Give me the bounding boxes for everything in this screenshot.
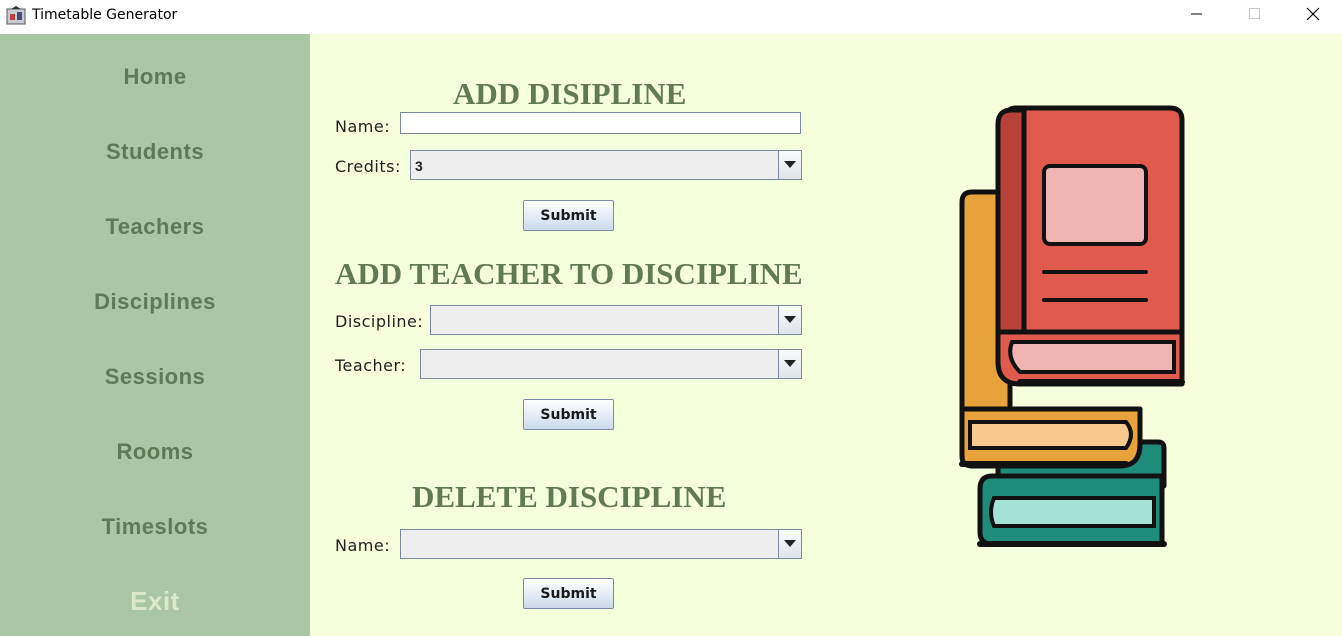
sidebar-item-teachers[interactable]: Teachers bbox=[0, 214, 310, 240]
credits-select[interactable]: 3 bbox=[410, 150, 802, 180]
delete-discipline-heading: DELETE DISCIPLINE bbox=[412, 479, 727, 514]
teacher-discipline-select[interactable] bbox=[430, 305, 802, 335]
teacher-discipline-label: Discipline: bbox=[335, 312, 424, 331]
main-panel: ADD DISIPLINE Name: Credits: 3 Submit AD… bbox=[310, 34, 1342, 636]
close-icon bbox=[1306, 7, 1320, 26]
title-bar: Timetable Generator bbox=[0, 0, 1342, 34]
chevron-down-icon[interactable] bbox=[778, 306, 801, 334]
discipline-name-label: Name: bbox=[335, 117, 391, 136]
discipline-name-input[interactable] bbox=[400, 112, 801, 134]
credits-label: Credits: bbox=[335, 157, 401, 176]
chevron-down-icon[interactable] bbox=[778, 151, 801, 179]
delete-discipline-submit-button[interactable]: Submit bbox=[523, 578, 614, 609]
close-button[interactable] bbox=[1284, 0, 1342, 32]
add-teacher-heading: ADD TEACHER TO DISCIPLINE bbox=[335, 256, 803, 291]
maximize-icon bbox=[1249, 7, 1261, 25]
sidebar: Home Students Teachers Disciplines Sessi… bbox=[0, 34, 310, 636]
chevron-down-icon[interactable] bbox=[778, 530, 801, 558]
minimize-button[interactable] bbox=[1168, 0, 1226, 32]
teacher-label: Teacher: bbox=[335, 356, 407, 375]
sidebar-item-exit[interactable]: Exit bbox=[0, 586, 310, 617]
add-teacher-submit-button[interactable]: Submit bbox=[523, 399, 614, 430]
credits-select-value: 3 bbox=[415, 158, 423, 174]
minimize-icon bbox=[1191, 7, 1203, 25]
sidebar-item-rooms[interactable]: Rooms bbox=[0, 439, 310, 465]
sidebar-item-home[interactable]: Home bbox=[0, 64, 310, 90]
chevron-down-icon[interactable] bbox=[778, 350, 801, 378]
add-discipline-submit-button[interactable]: Submit bbox=[523, 200, 614, 231]
delete-name-label: Name: bbox=[335, 536, 391, 555]
sidebar-item-timeslots[interactable]: Timeslots bbox=[0, 514, 310, 540]
books-stack-icon bbox=[950, 104, 1190, 559]
delete-discipline-select[interactable] bbox=[400, 529, 802, 559]
maximize-button[interactable] bbox=[1226, 0, 1284, 32]
add-discipline-heading: ADD DISIPLINE bbox=[453, 76, 687, 111]
window-title: Timetable Generator bbox=[32, 7, 178, 23]
sidebar-item-students[interactable]: Students bbox=[0, 139, 310, 165]
java-app-icon bbox=[6, 6, 26, 26]
teacher-select[interactable] bbox=[420, 349, 802, 379]
sidebar-item-sessions[interactable]: Sessions bbox=[0, 364, 310, 390]
sidebar-item-disciplines[interactable]: Disciplines bbox=[0, 289, 310, 315]
